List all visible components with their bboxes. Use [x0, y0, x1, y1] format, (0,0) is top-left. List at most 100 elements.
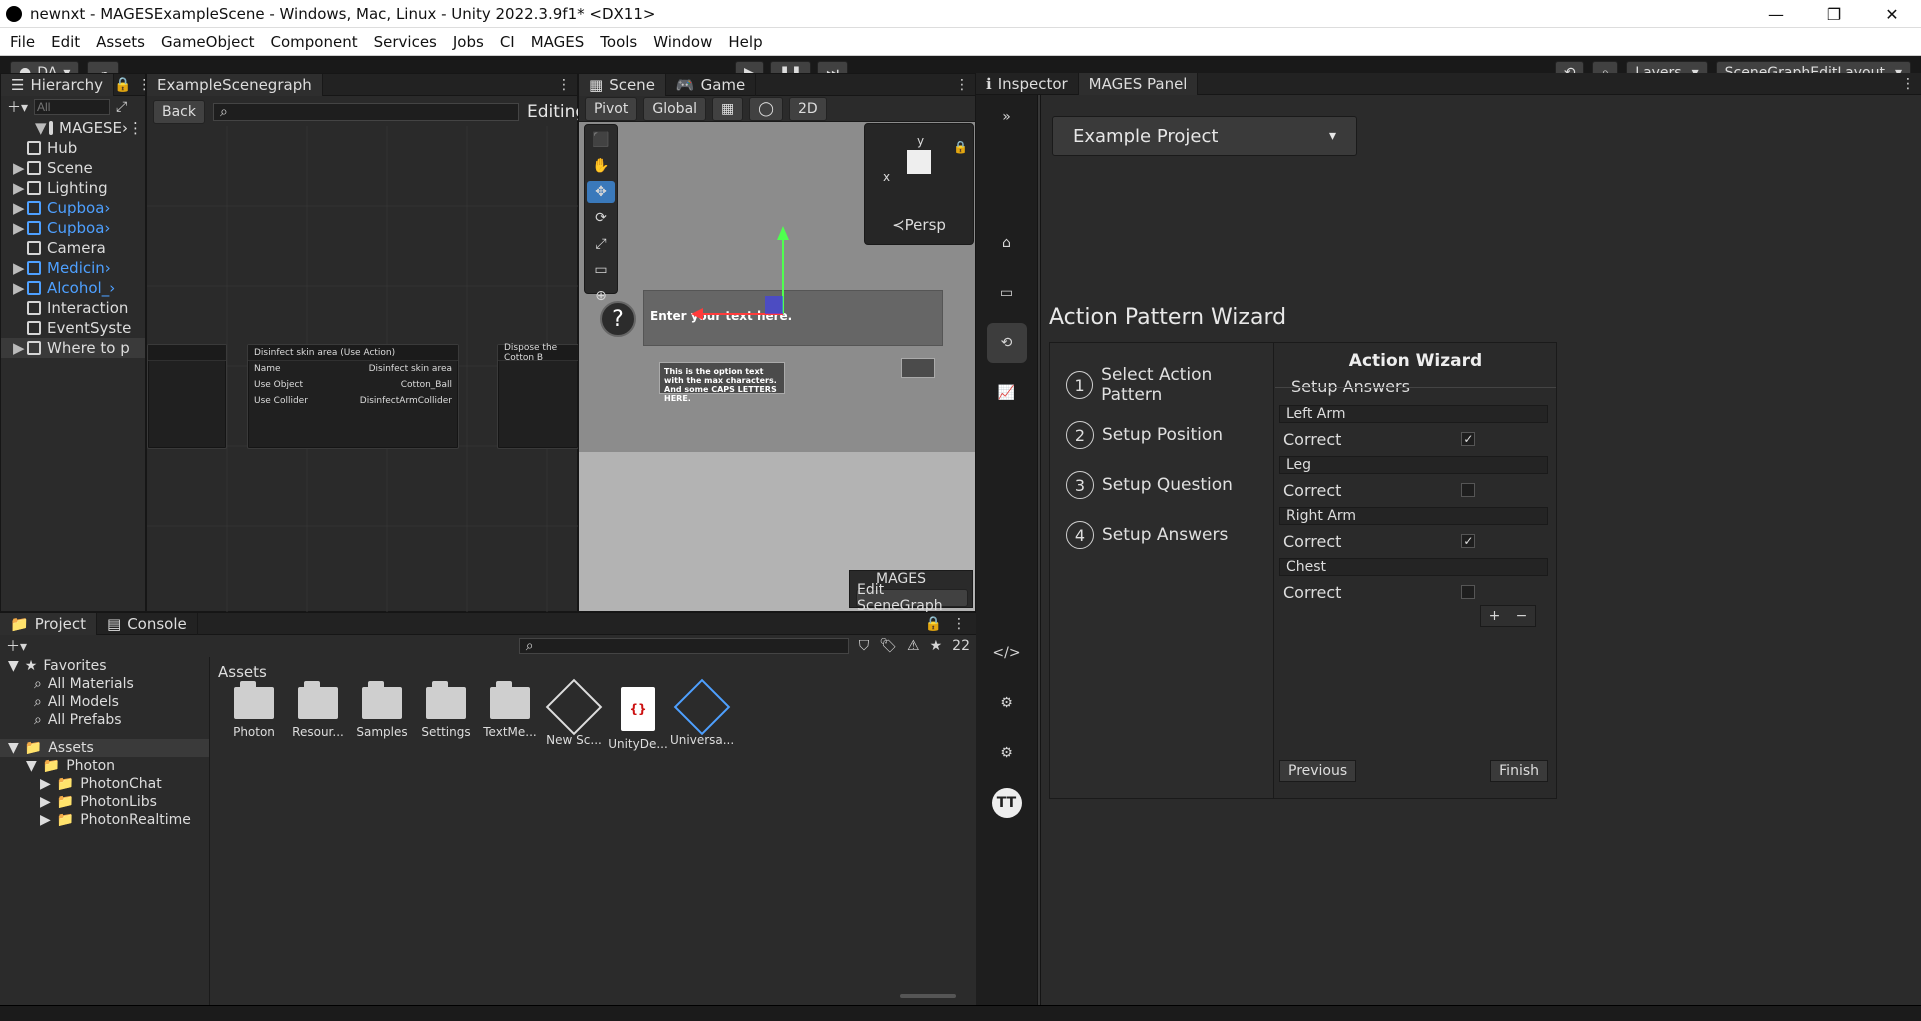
- add-answer-button[interactable]: +: [1489, 608, 1501, 624]
- finish-button[interactable]: Finish: [1490, 760, 1548, 782]
- hierarchy-search-input[interactable]: [34, 99, 111, 115]
- restore-icon[interactable]: ❐: [1805, 0, 1863, 28]
- previous-button[interactable]: Previous: [1279, 760, 1357, 782]
- vr-button[interactable]: ▭: [987, 273, 1027, 313]
- chevron-right-icon[interactable]: ▶: [13, 259, 25, 277]
- chevron-right-icon[interactable]: ▶: [13, 179, 25, 197]
- back-button[interactable]: Back: [153, 100, 205, 124]
- chevron-right-icon[interactable]: ▶: [13, 199, 25, 217]
- code-button[interactable]: </>: [987, 633, 1027, 673]
- correct-checkbox[interactable]: [1461, 585, 1476, 599]
- menu-mages[interactable]: MAGES: [531, 33, 585, 51]
- graph-node-disinfect[interactable]: Disinfect skin area (Use Action) Name Di…: [247, 344, 459, 449]
- tab-mages-panel[interactable]: MAGES Panel: [1078, 72, 1199, 95]
- lock-icon[interactable]: 🔒: [925, 616, 942, 632]
- hierarchy-item-medicine[interactable]: ▶ Medicin›: [1, 258, 145, 278]
- chevron-down-icon[interactable]: ▼: [8, 658, 19, 674]
- project-search-input[interactable]: ⌕: [518, 638, 849, 654]
- wizard-step-4[interactable]: 4 Setup Answers: [1066, 519, 1228, 551]
- chevron-down-icon[interactable]: ▼: [35, 119, 47, 137]
- chevron-right-icon[interactable]: ▶: [13, 339, 25, 357]
- asset-settings[interactable]: Settings: [414, 681, 478, 739]
- menu-services[interactable]: Services: [374, 33, 437, 51]
- chevron-right-icon[interactable]: ▶: [13, 279, 25, 297]
- answer-name-field[interactable]: Chest: [1279, 558, 1548, 576]
- rect-tool[interactable]: ▭: [587, 259, 615, 281]
- edit-scenegraph-button[interactable]: Edit SceneGraph: [856, 582, 968, 614]
- chevron-down-icon[interactable]: ▼: [8, 740, 19, 756]
- project-dropdown[interactable]: Example Project ▾: [1052, 116, 1357, 156]
- tools-button[interactable]: ⚙: [987, 683, 1027, 723]
- menu-tools[interactable]: Tools: [600, 33, 637, 51]
- hand-tool[interactable]: ✋: [587, 155, 615, 177]
- node-use-object-value[interactable]: Cotton_Ball: [401, 380, 452, 390]
- assets-header[interactable]: ▼ 📁 Assets: [0, 739, 209, 757]
- collapse-button[interactable]: »: [987, 97, 1027, 137]
- chevron-right-icon[interactable]: ▶: [13, 159, 25, 177]
- hierarchy-item-scene[interactable]: ▶ Scene: [1, 158, 145, 178]
- tab-inspector[interactable]: ℹ Inspector: [976, 72, 1079, 95]
- orientation-gizmo[interactable]: y x 🔒 ≺Persp: [864, 123, 974, 245]
- menu-ci[interactable]: CI: [500, 33, 515, 51]
- tree-photonrealtime[interactable]: ▶ 📁 PhotonRealtime: [0, 811, 209, 829]
- more-icon[interactable]: ⋮: [1901, 76, 1915, 92]
- add-icon[interactable]: ＋▾: [6, 636, 27, 656]
- more-icon[interactable]: ⋮: [952, 616, 966, 632]
- asset-unity-default[interactable]: {} UnityDe...: [606, 687, 670, 751]
- scale-tool[interactable]: ⤢: [587, 233, 615, 255]
- tab-example-scenegraph[interactable]: ExampleScenegraph: [147, 73, 323, 96]
- favorites-item-prefabs[interactable]: ⌕ All Prefabs: [0, 711, 209, 729]
- home-button[interactable]: ⌂: [987, 223, 1027, 263]
- tab-hierarchy[interactable]: ☰ Hierarchy: [1, 73, 114, 96]
- hierarchy-root[interactable]: ▼ MAGESE› ⋮: [1, 118, 145, 138]
- filter-icon[interactable]: ⛉: [859, 638, 870, 654]
- hierarchy-item-lighting[interactable]: ▶ Lighting: [1, 178, 145, 198]
- expand-icon[interactable]: ⤢: [116, 99, 127, 115]
- menu-file[interactable]: File: [10, 33, 35, 51]
- asset-samples[interactable]: Samples: [350, 681, 414, 739]
- menu-window[interactable]: Window: [653, 33, 712, 51]
- hierarchy-item-hub[interactable]: Hub: [1, 138, 145, 158]
- tree-photonlibs[interactable]: ▶ 📁 PhotonLibs: [0, 793, 209, 811]
- scenegraph-search-input[interactable]: ⌕: [213, 103, 519, 121]
- lock-icon[interactable]: 🔒: [114, 77, 131, 93]
- tree-photon[interactable]: ▼ 📁 Photon: [0, 757, 209, 775]
- node-use-collider-value[interactable]: DisinfectArmCollider: [360, 396, 452, 406]
- graph-node-previous[interactable]: [147, 344, 227, 449]
- asset-textmesh[interactable]: TextMe...: [478, 681, 542, 739]
- menu-component[interactable]: Component: [271, 33, 358, 51]
- correct-checkbox[interactable]: [1461, 534, 1476, 548]
- tree-photonchat[interactable]: ▶ 📁 PhotonChat: [0, 775, 209, 793]
- remove-answer-button[interactable]: −: [1516, 608, 1528, 624]
- hierarchy-item-alcohol[interactable]: ▶ Alcohol_›: [1, 278, 145, 298]
- chevron-right-icon[interactable]: ▶: [40, 812, 51, 828]
- menu-gameobject[interactable]: GameObject: [161, 33, 255, 51]
- minimize-icon[interactable]: —: [1747, 0, 1805, 28]
- transform-tool[interactable]: ⊕: [587, 285, 615, 307]
- menu-help[interactable]: Help: [728, 33, 762, 51]
- star-icon[interactable]: ★: [930, 638, 943, 654]
- wizard-step-3[interactable]: 3 Setup Question: [1066, 469, 1233, 501]
- favorites-item-materials[interactable]: ⌕ All Materials: [0, 675, 209, 693]
- add-icon[interactable]: ＋▾: [7, 97, 28, 117]
- scenegraph-button[interactable]: ⟲: [986, 323, 1027, 363]
- favorites-item-models[interactable]: ⌕ All Models: [0, 693, 209, 711]
- warning-icon[interactable]: ⚠: [907, 638, 920, 654]
- hierarchy-item-interaction[interactable]: Interaction: [1, 298, 145, 318]
- wizard-step-1[interactable]: 1 Select Action Pattern: [1066, 365, 1273, 405]
- menu-edit[interactable]: Edit: [51, 33, 80, 51]
- chevron-right-icon[interactable]: ▶: [40, 776, 51, 792]
- more-icon[interactable]: ⋮: [128, 119, 143, 137]
- hierarchy-item-camera[interactable]: Camera: [1, 238, 145, 258]
- more-icon[interactable]: ⋮: [557, 77, 571, 93]
- asset-new-scene[interactable]: New Sc...: [542, 678, 606, 747]
- answer-name-field[interactable]: Left Arm: [1279, 405, 1548, 423]
- tab-project[interactable]: 📁 Project: [0, 612, 98, 635]
- answer-name-field[interactable]: Right Arm: [1279, 507, 1548, 525]
- hierarchy-item-where-to[interactable]: ▶ Where to p: [1, 338, 145, 358]
- asset-universal[interactable]: Universa...: [670, 678, 734, 747]
- menu-jobs[interactable]: Jobs: [453, 33, 484, 51]
- zoom-slider[interactable]: [900, 994, 956, 998]
- move-tool[interactable]: ✥: [587, 181, 615, 203]
- chevron-right-icon[interactable]: ▶: [13, 219, 25, 237]
